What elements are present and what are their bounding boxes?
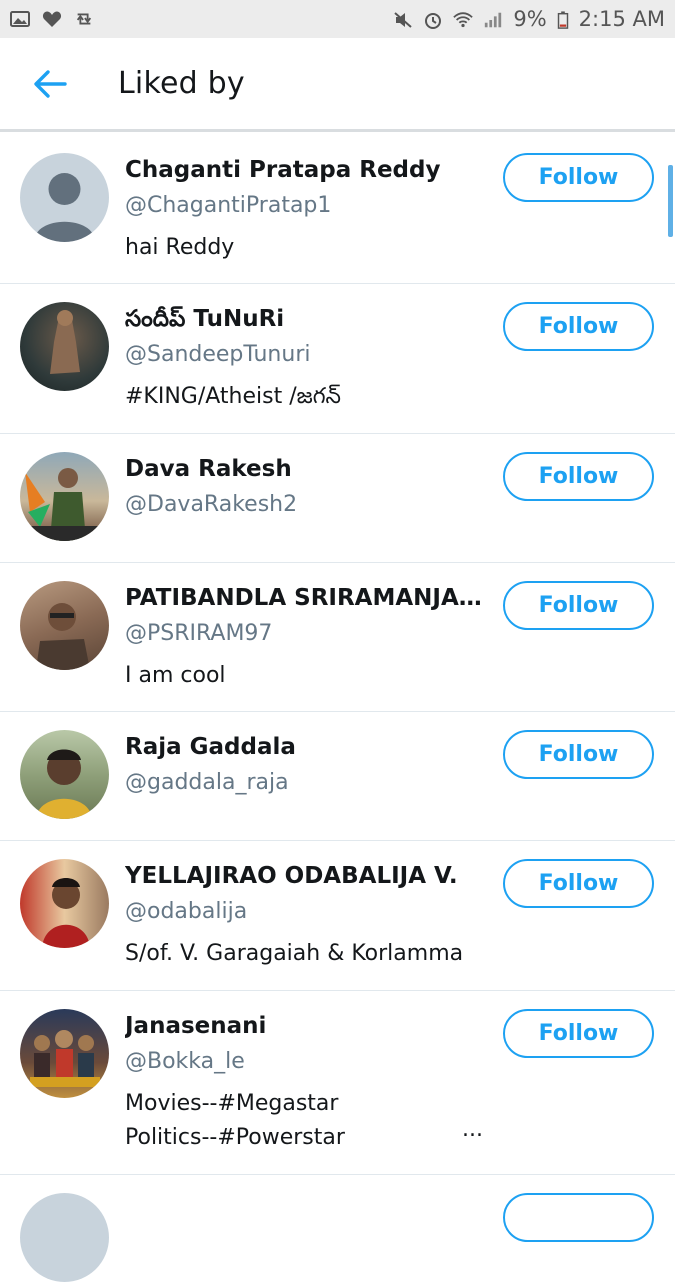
mute-icon <box>393 10 413 28</box>
follow-button[interactable]: Follow <box>503 153 654 202</box>
follow-button[interactable]: Follow <box>503 302 654 351</box>
battery-icon <box>557 10 569 29</box>
user-name[interactable]: PATIBANDLA SRIRAMANJANEY... <box>125 585 495 611</box>
user-handle: @gaddala_raja <box>125 770 289 795</box>
user-handle: @ChagantiPratap1 <box>125 193 332 218</box>
follow-button[interactable]: Follow <box>503 581 654 630</box>
photo-avatar-icon <box>36 603 90 670</box>
arrow-left-icon <box>34 69 67 98</box>
avatar[interactable] <box>20 153 109 242</box>
signal-icon <box>483 10 503 28</box>
status-bar: 9% 2:15 AM <box>0 0 675 38</box>
photo-avatar-icon <box>30 1030 100 1087</box>
scrollbar[interactable] <box>668 165 673 237</box>
follow-button[interactable] <box>503 1193 654 1242</box>
bio-line: Politics--#Powerstar <box>125 1125 345 1150</box>
user-bio: Movies--#Megastar Politics--#Powerstar <box>125 1087 485 1155</box>
bio-line: Movies--#Megastar <box>125 1091 339 1116</box>
photo-avatar-icon <box>50 310 80 374</box>
photo-avatar-icon <box>42 878 90 948</box>
wifi-icon <box>453 10 474 28</box>
avatar[interactable] <box>20 730 109 819</box>
clock: 2:15 AM <box>578 7 665 31</box>
avatar[interactable] <box>20 302 109 391</box>
photo-avatar-icon <box>36 749 92 819</box>
avatar[interactable] <box>20 452 109 541</box>
image-icon <box>10 10 30 28</box>
avatar[interactable] <box>20 1009 109 1098</box>
battery-percent: 9% <box>513 7 547 31</box>
user-name[interactable]: YELLAJIRAO ODABALIJA V. <box>125 863 495 889</box>
list-item[interactable]: YELLAJIRAO ODABALIJA V. @odabalija S/of.… <box>0 841 675 991</box>
user-name[interactable]: Chaganti Pratapa Reddy <box>125 157 495 183</box>
avatar[interactable] <box>20 859 109 948</box>
back-button[interactable] <box>20 54 80 114</box>
follow-button[interactable]: Follow <box>503 859 654 908</box>
list-item[interactable]: Raja Gaddala @gaddala_raja Follow <box>0 712 675 841</box>
bio-ellipsis: ... <box>462 1117 483 1142</box>
photo-avatar-icon <box>20 468 109 541</box>
user-handle: @DavaRakesh2 <box>125 492 298 517</box>
user-handle: @Bokka_le <box>125 1049 245 1074</box>
user-name[interactable]: Raja Gaddala <box>125 734 495 760</box>
user-handle: @SandeepTunuri <box>125 342 311 367</box>
list-item[interactable]: సందీప్ TuNuRi @SandeepTunuri #KING/Athei… <box>0 284 675 434</box>
user-handle: @odabalija <box>125 899 248 924</box>
list-item[interactable] <box>0 1175 675 1282</box>
user-handle: @PSRIRAM97 <box>125 621 273 646</box>
avatar[interactable] <box>20 1193 109 1282</box>
liked-by-list: Chaganti Pratapa Reddy @ChagantiPratap1 … <box>0 135 675 1282</box>
heart-icon <box>42 10 62 28</box>
follow-button[interactable]: Follow <box>503 452 654 501</box>
alarm-icon <box>423 10 443 29</box>
user-name[interactable]: Janasenani <box>125 1013 495 1039</box>
app-header: Liked by <box>0 38 675 132</box>
default-avatar-icon <box>34 173 95 242</box>
avatar[interactable] <box>20 581 109 670</box>
follow-button[interactable]: Follow <box>503 730 654 779</box>
user-bio: I am cool <box>125 663 226 688</box>
follow-button[interactable]: Follow <box>503 1009 654 1058</box>
user-name[interactable]: Dava Rakesh <box>125 456 495 482</box>
page-title: Liked by <box>118 66 245 101</box>
user-bio: #KING/Atheist /జగన్ <box>125 384 341 409</box>
user-bio: S/of. V. Garagaiah & Korlamma <box>125 941 464 966</box>
user-name[interactable]: సందీప్ TuNuRi <box>125 306 495 338</box>
retweet-icon <box>74 10 94 28</box>
list-item[interactable]: Chaganti Pratapa Reddy @ChagantiPratap1 … <box>0 135 675 284</box>
list-item[interactable]: Dava Rakesh @DavaRakesh2 Follow <box>0 434 675 563</box>
list-item[interactable]: PATIBANDLA SRIRAMANJANEY... @PSRIRAM97 I… <box>0 563 675 712</box>
user-bio: hai Reddy <box>125 235 235 260</box>
list-item[interactable]: Janasenani @Bokka_le Movies--#Megastar P… <box>0 991 675 1175</box>
